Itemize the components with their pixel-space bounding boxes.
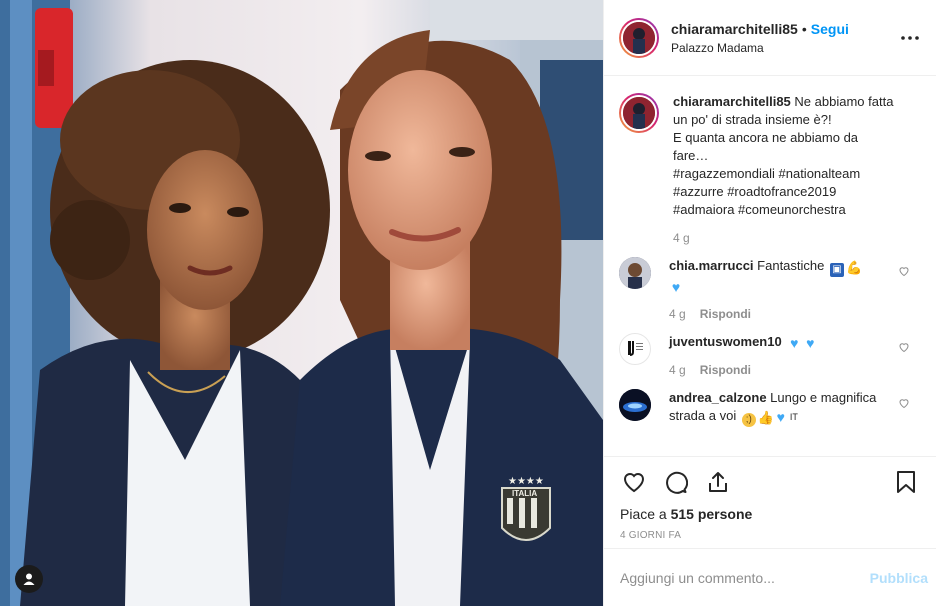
photo-image: ITALIA ★★★★	[0, 0, 603, 606]
blue-square-emoji-icon: ▣	[830, 263, 844, 277]
blue-heart-emoji-icon: ♥	[671, 279, 681, 295]
blue-heart-emoji-icon: ♥	[806, 335, 815, 351]
comment-time: 4 g	[669, 363, 686, 377]
commenter-avatar[interactable]	[619, 257, 651, 289]
like-heart-icon[interactable]	[620, 468, 648, 496]
caption-hashtags[interactable]: #ragazzemondiali #nationalteam #azzurre …	[673, 165, 896, 219]
flexed-biceps-emoji-icon: 💪	[846, 260, 863, 275]
bookmark-icon[interactable]	[892, 468, 920, 496]
caption-avatar[interactable]	[619, 93, 659, 133]
like-comment-heart-icon[interactable]	[898, 341, 910, 353]
separator-dot: •	[801, 20, 807, 37]
comment-meta: 4 g Rispondi	[669, 363, 896, 377]
location-link[interactable]: Palazzo Madama	[671, 40, 898, 56]
publish-button[interactable]: Pubblica	[870, 570, 928, 586]
avatar-image	[623, 21, 655, 54]
caption-time: 4 g	[673, 231, 690, 245]
reply-button[interactable]: Rispondi	[700, 307, 751, 321]
comment-username[interactable]: andrea_calzone	[669, 390, 767, 405]
svg-text:ITALIA: ITALIA	[512, 489, 537, 498]
comment-meta: 4 g Rispondi	[669, 307, 896, 321]
comment-time: 4 g	[669, 307, 686, 321]
post-photo[interactable]: ITALIA ★★★★	[0, 0, 603, 606]
comment-username[interactable]: chia.marrucci	[669, 258, 754, 273]
comment-item: andrea_calzone Lungo e magnifica strada …	[619, 389, 920, 427]
blue-heart-emoji-icon: ♥	[790, 335, 799, 351]
likes-prefix: Piace a	[620, 506, 671, 522]
likes-count[interactable]: Piace a 515 persone	[620, 505, 920, 523]
avatar-image	[619, 257, 651, 289]
likes-number[interactable]: 515 persone	[671, 506, 753, 522]
add-comment-bar: Pubblica	[604, 548, 936, 606]
header-text: chiaramarchitelli85 • Segui Palazzo Madama	[671, 20, 898, 56]
blue-heart-emoji-icon: ♥	[776, 409, 785, 425]
avatar-image	[619, 389, 651, 421]
caption: chiaramarchitelli85 Ne abbiamo fatta un …	[619, 93, 920, 255]
comment-item: chia.marrucci Fantastiche ▣ 💪 ♥ 4 g Rispon…	[619, 257, 920, 331]
avatar-image	[623, 97, 655, 129]
post-timestamp[interactable]: 4 GIORNI FA	[620, 530, 920, 541]
author-avatar[interactable]	[619, 17, 659, 58]
author-username[interactable]: chiaramarchitelli85	[671, 21, 798, 37]
comment-bubble-icon[interactable]	[662, 468, 690, 496]
tagged-users-button[interactable]	[15, 565, 43, 593]
svg-text:★★★★: ★★★★	[508, 476, 544, 487]
comment-username[interactable]: juventuswomen10	[669, 334, 782, 349]
post-header: chiaramarchitelli85 • Segui Palazzo Madama	[604, 0, 936, 76]
thumbs-up-emoji-icon: 👍	[757, 410, 775, 425]
ellipsis-icon	[901, 35, 919, 40]
caption-meta: 4 g	[673, 231, 896, 245]
commenter-avatar[interactable]	[619, 389, 651, 421]
flag-italy-code: IT	[789, 412, 798, 422]
juventus-logo-icon	[628, 341, 643, 356]
reply-button[interactable]: Rispondi	[700, 363, 751, 377]
follow-button[interactable]: Segui	[811, 21, 849, 37]
share-icon[interactable]	[704, 468, 732, 496]
user-icon	[23, 573, 35, 585]
caption-username[interactable]: chiaramarchitelli85	[673, 94, 791, 109]
commenter-avatar[interactable]	[619, 333, 651, 365]
comments-list[interactable]: chiaramarchitelli85 Ne abbiamo fatta un …	[604, 77, 936, 455]
comment-input[interactable]	[620, 569, 870, 586]
like-comment-heart-icon[interactable]	[898, 397, 910, 409]
comment-text: Fantastiche	[757, 258, 825, 273]
like-comment-heart-icon[interactable]	[898, 265, 910, 277]
post-side-panel: chiaramarchitelli85 • Segui Palazzo Madama	[603, 0, 936, 606]
more-horizontal-icon[interactable]	[898, 26, 922, 50]
comment-item: juventuswomen10 ♥ ♥ 4 g Rispondi	[619, 333, 920, 387]
post-actions: Piace a 515 persone 4 GIORNI FA	[604, 456, 936, 548]
winking-face-emoji-icon: ;)	[741, 413, 756, 427]
